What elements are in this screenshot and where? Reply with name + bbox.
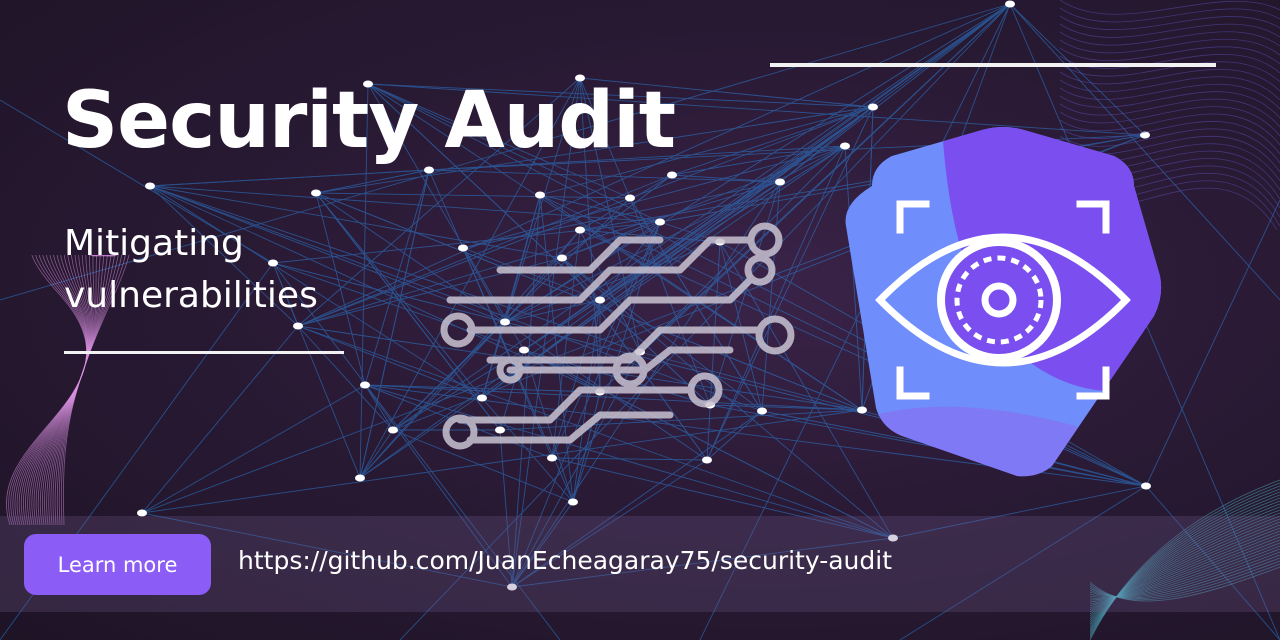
learn-more-button[interactable]: Learn more [24,534,211,595]
subtitle: Mitigating vulnerabilities [64,223,318,316]
eye-scan-shield-icon [845,127,1162,477]
top-divider [770,63,1216,67]
page-title: Security Audit [62,76,676,166]
circuit-board-icon [440,222,795,450]
subtitle-divider [64,351,344,354]
repository-link[interactable]: https://github.com/JuanEcheagaray75/secu… [238,546,892,575]
